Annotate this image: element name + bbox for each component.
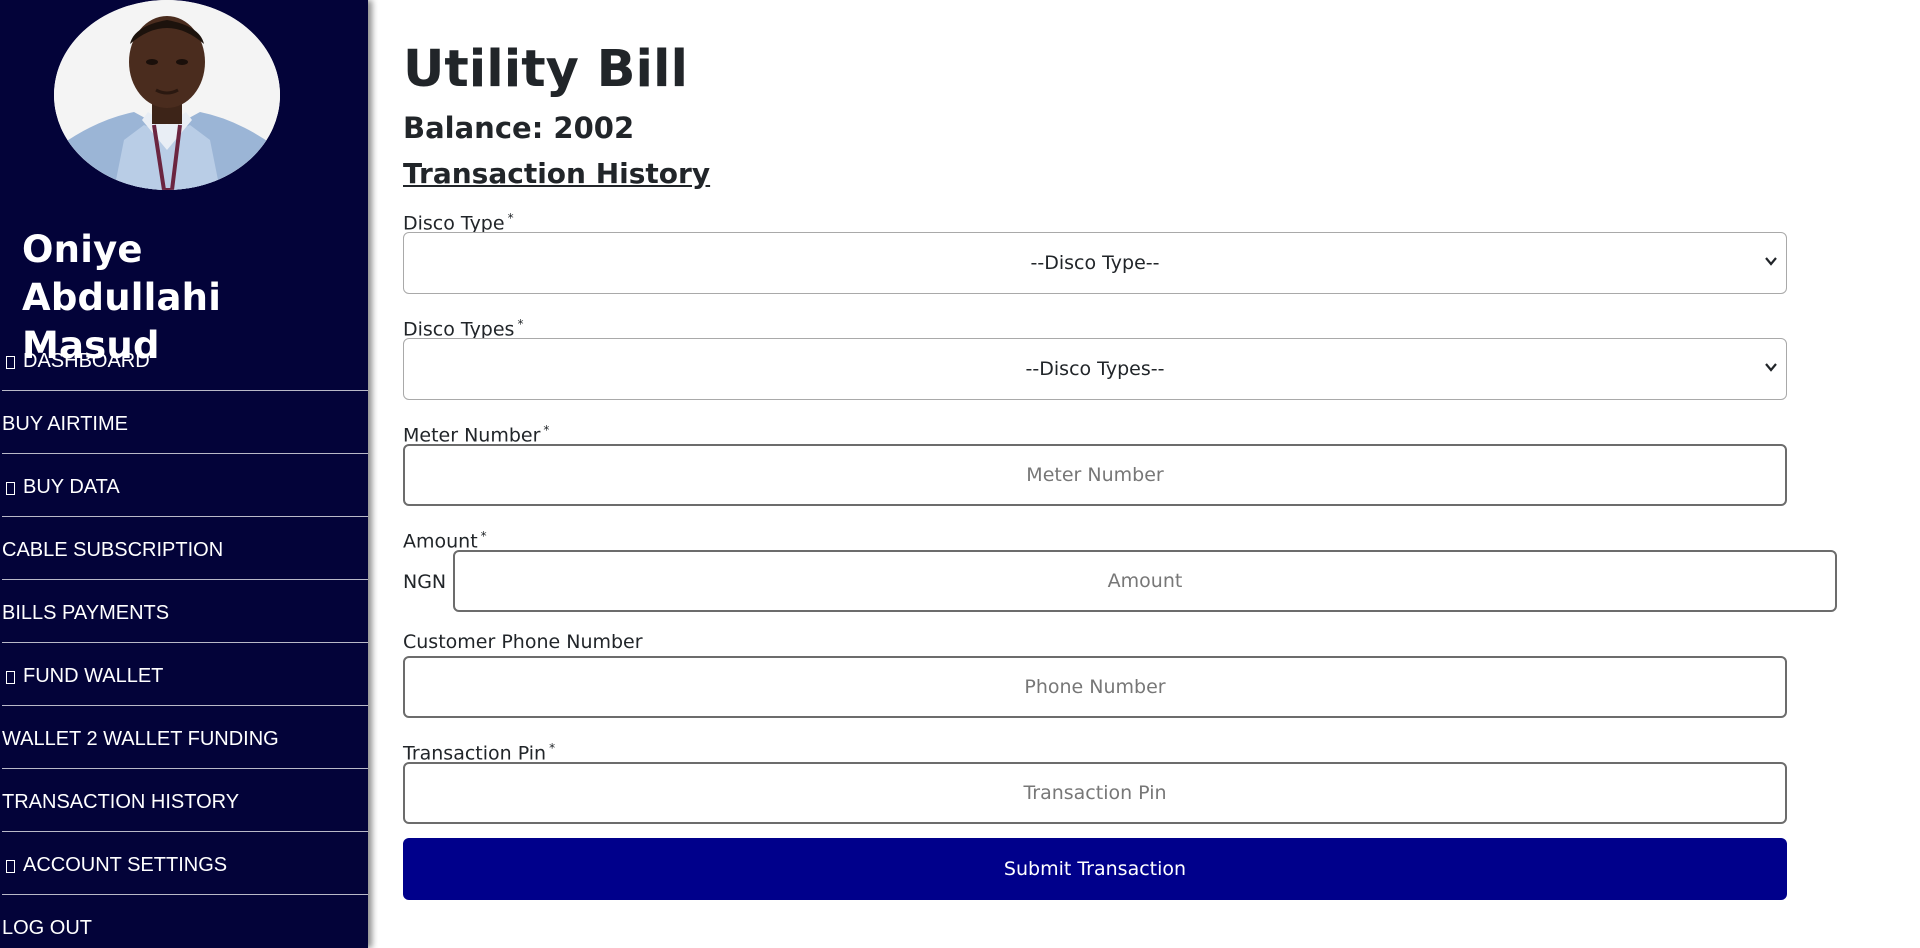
required-marker: *: [549, 741, 556, 755]
sidebar-item-label: BUY AIRTIME: [2, 412, 128, 435]
glyph-placeholder-icon: [6, 355, 15, 369]
sidebar-item-label: WALLET 2 WALLET FUNDING: [2, 727, 279, 750]
currency-prefix: NGN: [403, 571, 447, 593]
sidebar-item-buy-airtime[interactable]: BUY AIRTIME: [2, 391, 368, 454]
sidebar: Oniye Abdullahi Masud DASHBOARD BUY AIRT…: [0, 0, 368, 948]
disco-type-label: Disco Type *: [403, 206, 514, 235]
sidebar-item-log-out[interactable]: LOG OUT: [2, 895, 368, 948]
sidebar-item-label: BUY DATA: [23, 475, 120, 498]
phone-number-input[interactable]: [403, 656, 1787, 718]
sidebar-item-label: ACCOUNT SETTINGS: [23, 853, 228, 876]
required-marker: *: [543, 423, 550, 437]
sidebar-nav: DASHBOARD BUY AIRTIME BUY DATA CABLE SUB…: [2, 328, 368, 948]
sidebar-item-fund-wallet[interactable]: FUND WALLET: [2, 643, 368, 706]
chevron-down-icon: [1765, 257, 1777, 266]
disco-types-selected: --Disco Types--: [1025, 358, 1165, 380]
glyph-placeholder-icon: [6, 670, 15, 684]
amount-label: Amount *: [403, 524, 487, 553]
page-title: Utility Bill: [403, 40, 688, 99]
phone-label-text: Customer Phone Number: [403, 631, 643, 653]
phone-label: Customer Phone Number: [403, 630, 643, 654]
glyph-placeholder-icon: [6, 859, 15, 873]
balance-label: Balance:: [403, 111, 544, 145]
sidebar-item-dashboard[interactable]: DASHBOARD: [2, 328, 368, 391]
balance: Balance: 2002: [403, 110, 634, 146]
submit-transaction-button[interactable]: Submit Transaction: [403, 838, 1787, 900]
sidebar-item-label: BILLS PAYMENTS: [2, 601, 170, 624]
transaction-pin-label: Transaction Pin *: [403, 736, 555, 765]
sidebar-item-bills-payments[interactable]: BILLS PAYMENTS: [2, 580, 368, 643]
chevron-down-icon: [1765, 363, 1777, 372]
sidebar-item-buy-data[interactable]: BUY DATA: [2, 454, 368, 517]
transaction-pin-input[interactable]: [403, 762, 1787, 824]
required-marker: *: [507, 211, 514, 225]
sidebar-item-label: CABLE SUBSCRIPTION: [2, 538, 224, 561]
sidebar-item-label: DASHBOARD: [23, 349, 150, 372]
sidebar-item-cable-subscription[interactable]: CABLE SUBSCRIPTION: [2, 517, 368, 580]
sidebar-item-wallet-2-wallet-funding[interactable]: WALLET 2 WALLET FUNDING: [2, 706, 368, 769]
disco-types-label: Disco Types *: [403, 312, 523, 341]
required-marker: *: [480, 529, 487, 543]
required-marker: *: [517, 317, 524, 331]
meter-number-input[interactable]: [403, 444, 1787, 506]
avatar: [54, 0, 280, 190]
sidebar-item-transaction-history[interactable]: TRANSACTION HISTORY: [2, 769, 368, 832]
meter-number-label: Meter Number *: [403, 418, 549, 447]
transaction-history-link[interactable]: Transaction History: [403, 156, 710, 192]
disco-type-select[interactable]: --Disco Type--: [403, 232, 1787, 294]
amount-input[interactable]: [453, 550, 1837, 612]
disco-types-select[interactable]: --Disco Types--: [403, 338, 1787, 400]
disco-type-selected: --Disco Type--: [1030, 252, 1160, 274]
sidebar-item-account-settings[interactable]: ACCOUNT SETTINGS: [2, 832, 368, 895]
sidebar-item-label: LOG OUT: [2, 917, 93, 939]
glyph-placeholder-icon: [6, 481, 15, 495]
balance-value: 2002: [553, 111, 635, 145]
sidebar-item-label: TRANSACTION HISTORY: [2, 790, 240, 813]
sidebar-item-label: FUND WALLET: [23, 664, 164, 687]
